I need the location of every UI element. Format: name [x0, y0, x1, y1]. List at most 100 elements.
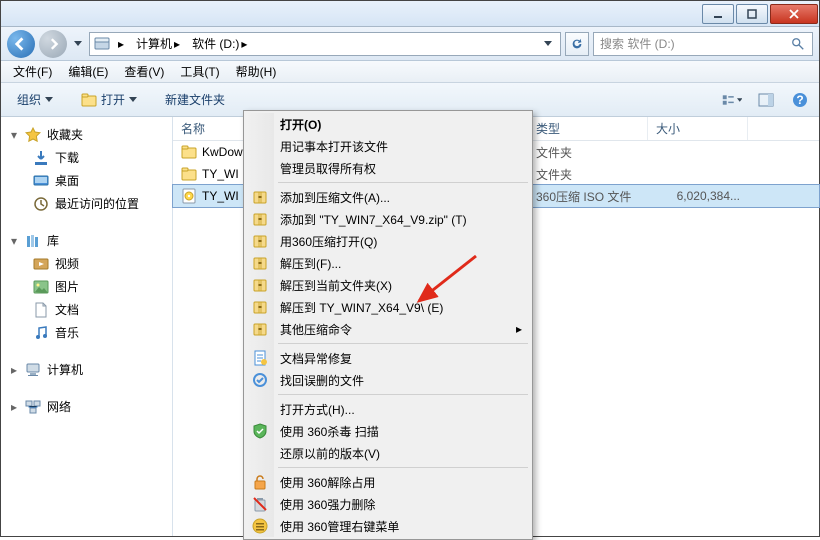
refresh-button[interactable] — [565, 32, 589, 56]
file-size: 6,020,384... — [648, 189, 748, 203]
close-button[interactable] — [770, 4, 818, 24]
archive-icon — [252, 277, 268, 293]
minimize-button[interactable] — [702, 4, 734, 24]
context-menu: 打开(O) 用记事本打开该文件管理员取得所有权添加到压缩文件(A)... 添加到 "… — [243, 110, 533, 540]
drive-icon — [94, 36, 110, 52]
search-icon — [790, 36, 806, 52]
menu-item-label: 管理员取得所有权 — [280, 160, 376, 177]
menu-item-label: 使用 360管理右键菜单 — [280, 518, 399, 535]
file-type: 360压缩 ISO 文件 — [528, 188, 648, 205]
recent-icon — [33, 196, 49, 212]
file-type: 文件夹 — [528, 144, 648, 161]
address-dropdown-icon[interactable] — [540, 36, 556, 52]
context-menu-item[interactable]: 还原以前的版本(V) — [246, 442, 530, 464]
folder-icon — [181, 166, 197, 182]
navbar: ▸ 计算机 ▸ 软件 (D:) ▸ 搜索 软件 (D:) — [1, 27, 819, 61]
recover-icon — [252, 372, 268, 388]
menu-separator — [278, 467, 528, 468]
menu-item-label: 打开(O) — [280, 116, 321, 133]
context-menu-item[interactable]: 找回误删的文件 — [246, 369, 530, 391]
col-type[interactable]: 类型 — [528, 117, 648, 140]
forward-button[interactable] — [39, 30, 67, 58]
file-name: KwDow — [202, 145, 243, 159]
search-placeholder: 搜索 软件 (D:) — [600, 35, 675, 52]
preview-pane-button[interactable] — [755, 89, 777, 111]
video-icon — [33, 256, 49, 272]
menu-item-label: 解压到当前文件夹(X) — [280, 277, 392, 294]
context-menu-item[interactable]: 使用 360解除占用 — [246, 471, 530, 493]
context-menu-item[interactable]: 使用 360强力删除 — [246, 493, 530, 515]
file-name: TY_WI — [202, 167, 239, 181]
sidebar-item-music[interactable]: 音乐 — [1, 321, 172, 344]
network-icon — [25, 399, 41, 415]
nav-history-dropdown[interactable] — [71, 34, 85, 54]
menu-item-label: 还原以前的版本(V) — [280, 445, 380, 462]
back-button[interactable] — [7, 30, 35, 58]
music-icon — [33, 325, 49, 341]
menu-edit[interactable]: 编辑(E) — [60, 61, 116, 82]
sidebar-item-pictures[interactable]: 图片 — [1, 275, 172, 298]
menu-item-label: 打开方式(H)... — [280, 401, 355, 418]
context-menu-item[interactable]: 用360压缩打开(Q) — [246, 230, 530, 252]
sidebar-item-downloads[interactable]: 下载 — [1, 146, 172, 169]
breadcrumb-sep[interactable]: ▸ — [114, 37, 128, 51]
sidebar-item-recent[interactable]: 最近访问的位置 — [1, 192, 172, 215]
context-menu-item[interactable]: 添加到压缩文件(A)... — [246, 186, 530, 208]
context-menu-item[interactable]: 打开方式(H)... — [246, 398, 530, 420]
sidebar-item-desktop[interactable]: 桌面 — [1, 169, 172, 192]
context-menu-item[interactable]: 其他压缩命令▸ — [246, 318, 530, 340]
sidebar-favorites-header[interactable]: ▾ 收藏夹 — [1, 123, 172, 146]
archive-icon — [252, 321, 268, 337]
menu-separator — [278, 394, 528, 395]
menu-item-label: 用记事本打开该文件 — [280, 138, 388, 155]
menu-item-label: 使用 360杀毒 扫描 — [280, 423, 379, 440]
sidebar-network-header[interactable]: ▸ 网络 — [1, 395, 172, 418]
context-menu-item[interactable]: 解压到当前文件夹(X) — [246, 274, 530, 296]
chevron-right-icon: ▸ — [9, 400, 19, 414]
breadcrumb-computer[interactable]: 计算机 ▸ — [132, 35, 184, 52]
address-bar[interactable]: ▸ 计算机 ▸ 软件 (D:) ▸ — [89, 32, 561, 56]
menu-view[interactable]: 查看(V) — [116, 61, 172, 82]
svg-text:?: ? — [796, 93, 803, 107]
menu-file[interactable]: 文件(F) — [5, 61, 60, 82]
doc-repair-icon — [252, 350, 268, 366]
context-menu-item[interactable]: 解压到 TY_WIN7_X64_V9\ (E) — [246, 296, 530, 318]
force-delete-icon — [252, 496, 268, 512]
context-menu-item[interactable]: 用记事本打开该文件 — [246, 135, 530, 157]
unlock-icon — [252, 474, 268, 490]
archive-icon — [252, 189, 268, 205]
menu-item-label: 用360压缩打开(Q) — [280, 233, 377, 250]
context-menu-item[interactable]: 解压到(F)... — [246, 252, 530, 274]
menu-item-label: 解压到(F)... — [280, 255, 341, 272]
col-size[interactable]: 大小 — [648, 117, 748, 140]
context-menu-item[interactable]: 使用 360杀毒 扫描 — [246, 420, 530, 442]
menu-item-label: 找回误删的文件 — [280, 372, 364, 389]
archive-icon — [252, 233, 268, 249]
menu-item-label: 添加到压缩文件(A)... — [280, 189, 390, 206]
context-menu-item[interactable]: 管理员取得所有权 — [246, 157, 530, 179]
new-folder-button[interactable]: 新建文件夹 — [157, 88, 233, 111]
sidebar-item-documents[interactable]: 文档 — [1, 298, 172, 321]
view-options-button[interactable] — [721, 89, 743, 111]
maximize-button[interactable] — [736, 4, 768, 24]
chevron-right-icon: ▸ — [9, 363, 19, 377]
open-button[interactable]: 打开 — [73, 88, 145, 111]
sidebar-libraries-header[interactable]: ▾ 库 — [1, 229, 172, 252]
breadcrumb-drive[interactable]: 软件 (D:) ▸ — [188, 35, 251, 52]
context-menu-item[interactable]: 文档异常修复 — [246, 347, 530, 369]
sidebar-computer-header[interactable]: ▸ 计算机 — [1, 358, 172, 381]
submenu-arrow-icon: ▸ — [516, 322, 522, 336]
menu-tools[interactable]: 工具(T) — [172, 61, 227, 82]
chevron-down-icon: ▾ — [9, 234, 19, 248]
menu-manage-icon — [252, 518, 268, 534]
desktop-icon — [33, 173, 49, 189]
organize-button[interactable]: 组织 — [9, 88, 61, 111]
context-menu-item[interactable]: 打开(O) — [246, 113, 530, 135]
sidebar-item-videos[interactable]: 视频 — [1, 252, 172, 275]
folder-icon — [181, 144, 197, 160]
help-button[interactable]: ? — [789, 89, 811, 111]
search-input[interactable]: 搜索 软件 (D:) — [593, 32, 813, 56]
context-menu-item[interactable]: 使用 360管理右键菜单 — [246, 515, 530, 537]
context-menu-item[interactable]: 添加到 "TY_WIN7_X64_V9.zip" (T) — [246, 208, 530, 230]
menu-help[interactable]: 帮助(H) — [228, 61, 285, 82]
